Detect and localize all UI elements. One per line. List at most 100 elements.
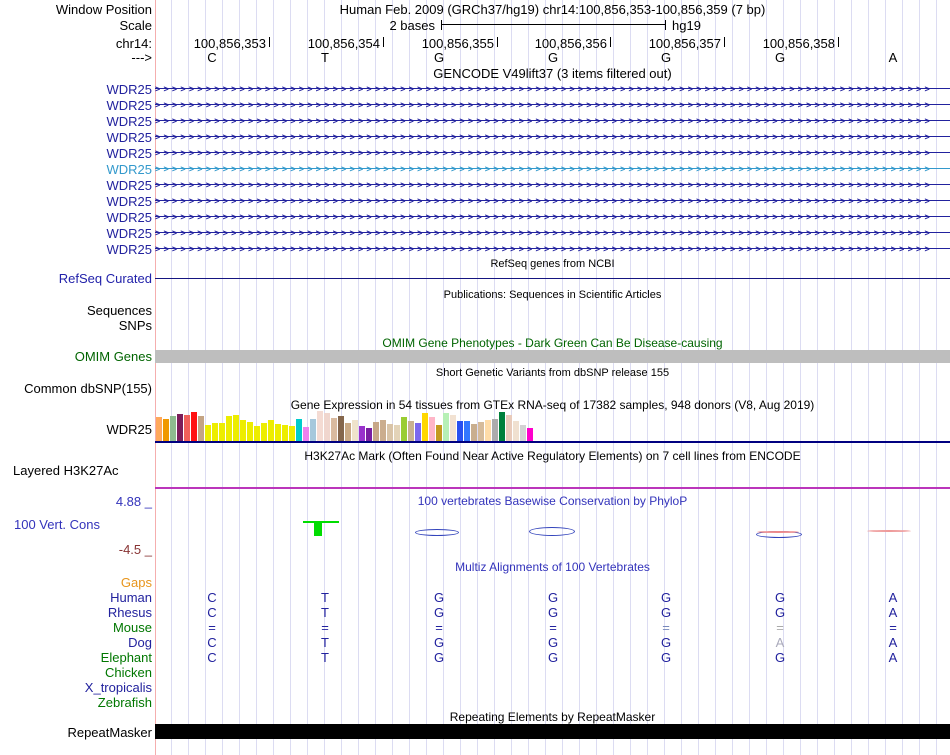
gtex-tissue-bar[interactable]	[303, 427, 309, 441]
gtex-tissue-bar[interactable]	[345, 423, 351, 441]
snps-label[interactable]: SNPs	[0, 318, 152, 333]
gencode-gene-arrow-line[interactable]: >>>>>>>>>>>>>>>>>>>>>>>>>>>>>>>>>>>>>>>>…	[155, 113, 950, 129]
conservation-negative-line-2[interactable]	[867, 530, 911, 532]
gencode-gene-label[interactable]: WDR25	[0, 242, 152, 257]
gtex-tissue-bar[interactable]	[184, 415, 190, 441]
gtex-tissue-bar[interactable]	[233, 415, 239, 441]
gtex-gene-label[interactable]: WDR25	[0, 422, 152, 437]
gtex-tissue-bar[interactable]	[275, 424, 281, 441]
gtex-tissue-bar[interactable]	[163, 419, 169, 441]
gtex-tissue-bar[interactable]	[527, 428, 533, 441]
gtex-tissue-bar[interactable]	[359, 426, 365, 441]
gtex-tissue-bar[interactable]	[408, 421, 414, 441]
gtex-tissue-bar[interactable]	[191, 412, 197, 441]
repeatmasker-bar[interactable]	[155, 724, 950, 739]
gtex-tissue-bar[interactable]	[254, 426, 260, 441]
gtex-tissue-bar[interactable]	[373, 422, 379, 441]
gtex-tissue-bar[interactable]	[450, 415, 456, 441]
h3k27ac-label[interactable]: Layered H3K27Ac	[13, 463, 119, 478]
gencode-gene-label[interactable]: WDR25	[0, 98, 152, 113]
gtex-tissue-bar[interactable]	[471, 424, 477, 441]
species-label[interactable]: Zebrafish	[0, 696, 152, 710]
gtex-tissue-bar[interactable]	[205, 425, 211, 441]
gtex-tissue-bar[interactable]	[296, 419, 302, 441]
conservation-lens-2[interactable]	[529, 527, 575, 536]
gtex-tissue-bar[interactable]	[177, 414, 183, 441]
h3k27ac-signal-line[interactable]	[155, 487, 950, 489]
gtex-tissue-bar[interactable]	[226, 416, 232, 441]
gencode-gene-label[interactable]: WDR25	[0, 194, 152, 209]
gencode-gene-label[interactable]: WDR25	[0, 178, 152, 193]
gencode-gene-arrow-line[interactable]: >>>>>>>>>>>>>>>>>>>>>>>>>>>>>>>>>>>>>>>>…	[155, 193, 950, 209]
gencode-gene-arrow-line[interactable]: >>>>>>>>>>>>>>>>>>>>>>>>>>>>>>>>>>>>>>>>…	[155, 241, 950, 257]
gtex-tissue-bar[interactable]	[422, 413, 428, 441]
gtex-tissue-bar[interactable]	[492, 419, 498, 441]
gtex-tissue-bar[interactable]	[324, 413, 330, 441]
gtex-tissue-bar[interactable]	[338, 416, 344, 441]
gtex-tissue-bar[interactable]	[457, 421, 463, 441]
species-label[interactable]: Gaps	[0, 576, 152, 590]
species-label[interactable]: Mouse	[0, 621, 152, 635]
gtex-tissue-bar[interactable]	[478, 422, 484, 441]
gencode-gene-arrow-line[interactable]: >>>>>>>>>>>>>>>>>>>>>>>>>>>>>>>>>>>>>>>>…	[155, 145, 950, 161]
repeatmasker-label[interactable]: RepeatMasker	[0, 725, 152, 740]
gencode-gene-arrow-line[interactable]: >>>>>>>>>>>>>>>>>>>>>>>>>>>>>>>>>>>>>>>>…	[155, 209, 950, 225]
gencode-gene-arrow-line[interactable]: >>>>>>>>>>>>>>>>>>>>>>>>>>>>>>>>>>>>>>>>…	[155, 97, 950, 113]
gencode-gene-arrow-line[interactable]: >>>>>>>>>>>>>>>>>>>>>>>>>>>>>>>>>>>>>>>>…	[155, 129, 950, 145]
strand-arrow-label[interactable]: --->	[0, 50, 152, 65]
gencode-gene-arrow-line[interactable]: >>>>>>>>>>>>>>>>>>>>>>>>>>>>>>>>>>>>>>>>…	[155, 225, 950, 241]
species-label[interactable]: Rhesus	[0, 606, 152, 620]
gtex-tissue-bar[interactable]	[380, 420, 386, 441]
species-label[interactable]: Chicken	[0, 666, 152, 680]
gtex-tissue-bar[interactable]	[415, 423, 421, 441]
species-label[interactable]: Dog	[0, 636, 152, 650]
gtex-tissue-bar[interactable]	[485, 420, 491, 441]
gtex-tissue-bar[interactable]	[170, 416, 176, 441]
gtex-tissue-bar[interactable]	[387, 424, 393, 441]
gtex-tissue-bar[interactable]	[268, 420, 274, 441]
refseq-gene-line[interactable]	[155, 278, 950, 279]
gencode-gene-label[interactable]: WDR25	[0, 226, 152, 241]
gtex-tissue-bar[interactable]	[317, 411, 323, 441]
species-label[interactable]: Elephant	[0, 651, 152, 665]
gtex-tissue-bar[interactable]	[464, 421, 470, 441]
gtex-tissue-bar[interactable]	[310, 419, 316, 441]
gtex-tissue-bar[interactable]	[401, 417, 407, 441]
gtex-tissue-bar[interactable]	[219, 423, 225, 441]
dbsnp-label[interactable]: Common dbSNP(155)	[0, 381, 152, 396]
sequences-label[interactable]: Sequences	[0, 303, 152, 318]
gtex-tissue-bar[interactable]	[506, 415, 512, 441]
gtex-tissue-bar[interactable]	[520, 425, 526, 441]
refseq-curated-label[interactable]: RefSeq Curated	[0, 271, 152, 286]
gtex-tissue-bar[interactable]	[282, 425, 288, 441]
gtex-tissue-bar[interactable]	[240, 420, 246, 441]
gencode-gene-label[interactable]: WDR25	[0, 210, 152, 225]
gtex-tissue-bar[interactable]	[261, 423, 267, 441]
conservation-track-label[interactable]: 100 Vert. Cons	[14, 517, 100, 532]
omim-gene-bar[interactable]	[155, 350, 950, 363]
gtex-tissue-bar[interactable]	[429, 417, 435, 441]
gencode-gene-arrow-line[interactable]: >>>>>>>>>>>>>>>>>>>>>>>>>>>>>>>>>>>>>>>>…	[155, 177, 950, 193]
gencode-gene-label[interactable]: WDR25	[0, 162, 152, 177]
species-label[interactable]: X_tropicalis	[0, 681, 152, 695]
gencode-gene-arrow-line[interactable]: >>>>>>>>>>>>>>>>>>>>>>>>>>>>>>>>>>>>>>>>…	[155, 81, 950, 97]
gtex-tissue-bar[interactable]	[394, 425, 400, 441]
gencode-gene-label[interactable]: WDR25	[0, 146, 152, 161]
gtex-tissue-bar[interactable]	[289, 426, 295, 441]
conservation-negative-line-1[interactable]	[757, 531, 799, 533]
gencode-gene-label[interactable]: WDR25	[0, 114, 152, 129]
gtex-tissue-bar[interactable]	[436, 425, 442, 441]
gtex-tissue-bar[interactable]	[513, 421, 519, 441]
omim-genes-label[interactable]: OMIM Genes	[0, 349, 152, 364]
gtex-tissue-bar[interactable]	[366, 428, 372, 441]
conservation-lens-1[interactable]	[415, 529, 459, 536]
gtex-tissue-bar[interactable]	[198, 416, 204, 441]
species-label[interactable]: Human	[0, 591, 152, 605]
gencode-gene-arrow-line[interactable]: >>>>>>>>>>>>>>>>>>>>>>>>>>>>>>>>>>>>>>>>…	[155, 161, 950, 177]
gtex-tissue-bar[interactable]	[443, 413, 449, 441]
gtex-tissue-bar[interactable]	[212, 423, 218, 441]
gtex-tissue-bar[interactable]	[247, 422, 253, 441]
gtex-tissue-bar[interactable]	[156, 417, 162, 441]
conservation-positive-box[interactable]	[314, 521, 322, 536]
gencode-gene-label[interactable]: WDR25	[0, 130, 152, 145]
